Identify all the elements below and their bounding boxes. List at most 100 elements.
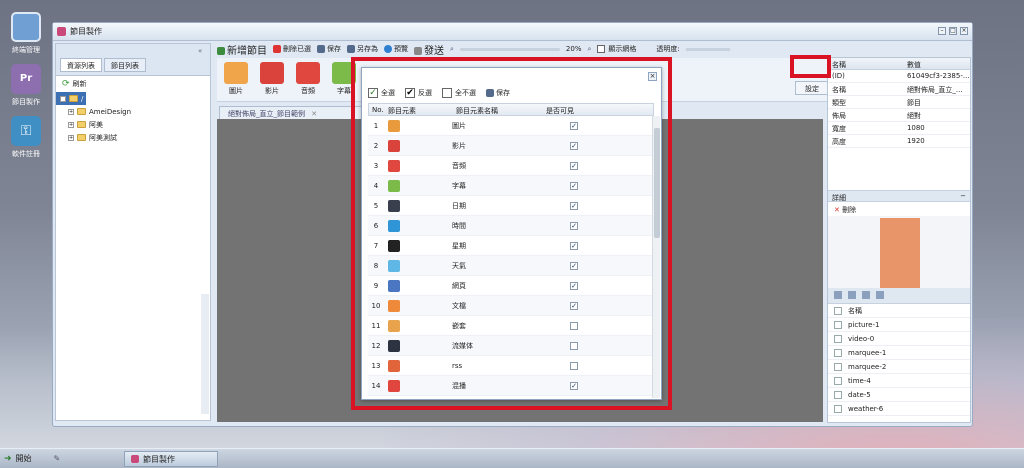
- element-row[interactable]: 8 天氣 ✓: [368, 256, 654, 276]
- element-row[interactable]: 7 星期 ✓: [368, 236, 654, 256]
- tree-item[interactable]: + 阿美測試: [56, 131, 210, 144]
- element-row[interactable]: marquee-2: [828, 360, 970, 374]
- save-as-button[interactable]: 另存為: [347, 44, 378, 54]
- collapse-icon[interactable]: «: [198, 47, 207, 55]
- tab-resource-list[interactable]: 資源列表: [60, 58, 102, 72]
- visible-checkbox-checked[interactable]: ✓: [570, 141, 578, 150]
- checkbox-icon[interactable]: [834, 320, 842, 329]
- close-tab-icon[interactable]: ✕: [311, 110, 317, 118]
- element-row[interactable]: marquee-1: [828, 346, 970, 360]
- element-row[interactable]: 1 圖片 ✓: [368, 116, 654, 136]
- align-center-icon[interactable]: [848, 291, 856, 299]
- visible-checkbox-checked[interactable]: ✓: [570, 121, 578, 130]
- element-row[interactable]: 14 混播 ✓: [368, 376, 654, 396]
- refresh-button[interactable]: ⟳ 刷新: [56, 76, 210, 92]
- checkbox-icon[interactable]: [834, 306, 842, 315]
- checkbox-icon[interactable]: [834, 362, 842, 371]
- zoom-in-icon[interactable]: ⌕: [587, 45, 591, 54]
- visible-checkbox-checked[interactable]: ✓: [570, 281, 578, 290]
- new-program-button[interactable]: 新增節目: [217, 42, 267, 57]
- zoom-out-icon[interactable]: ⌕: [450, 45, 454, 54]
- select-all-button[interactable]: ✓ 全選: [368, 88, 395, 98]
- taskbar: ➜ 開始 ✎ 節目製作: [0, 448, 1024, 468]
- settings-button[interactable]: 設定: [795, 81, 829, 95]
- start-button[interactable]: ➜ 開始 ✎: [4, 453, 60, 464]
- ribbon-audio-button[interactable]: 音頻: [293, 62, 323, 96]
- property-row[interactable]: 名稱 絕對佈局_直立_...: [828, 83, 970, 96]
- select-none-button[interactable]: 全不選: [442, 88, 476, 98]
- element-row[interactable]: 6 時間 ✓: [368, 216, 654, 236]
- checkbox-icon[interactable]: [834, 376, 842, 385]
- zoom-slider[interactable]: [459, 47, 560, 51]
- scrollbar-thumb[interactable]: [654, 128, 660, 238]
- tab-program-list[interactable]: 節目列表: [104, 58, 146, 72]
- tree-item[interactable]: + AmeiDesign: [56, 105, 210, 118]
- visible-checkbox-unchecked[interactable]: [570, 321, 578, 330]
- element-row[interactable]: 12 流媒体: [368, 336, 654, 356]
- edit-icon[interactable]: ✎: [54, 454, 61, 463]
- preview-button[interactable]: 預覽: [384, 44, 408, 54]
- close-icon[interactable]: ×: [648, 72, 657, 81]
- element-row[interactable]: 10 文檔 ✓: [368, 296, 654, 316]
- element-row[interactable]: 4 字幕 ✓: [368, 176, 654, 196]
- publish-button[interactable]: 發送: [414, 42, 444, 57]
- delete-selected-button[interactable]: 刪除已選: [273, 44, 311, 54]
- ribbon-picture-button[interactable]: 圖片: [221, 62, 251, 96]
- dialog-save-button[interactable]: 保存: [486, 88, 510, 98]
- checkbox-icon[interactable]: [834, 348, 842, 357]
- transparency-slider[interactable]: [685, 47, 730, 51]
- visible-checkbox-checked[interactable]: ✓: [570, 201, 578, 210]
- checkbox-icon[interactable]: [834, 390, 842, 399]
- detail-delete-button[interactable]: ✕ 刪除: [828, 202, 970, 216]
- element-row[interactable]: time-4: [828, 374, 970, 388]
- property-row[interactable]: 類型 節目: [828, 96, 970, 109]
- minimize-button[interactable]: –: [938, 27, 946, 35]
- desktop-icon-terminal-management[interactable]: 終端管理: [6, 12, 46, 55]
- visible-checkbox-checked[interactable]: ✓: [570, 161, 578, 170]
- element-row[interactable]: 2 影片 ✓: [368, 136, 654, 156]
- element-row[interactable]: 3 音頻 ✓: [368, 156, 654, 176]
- maximize-button[interactable]: □: [949, 27, 957, 35]
- visible-checkbox-checked[interactable]: ✓: [570, 381, 578, 390]
- collapse-detail-icon[interactable]: −: [960, 192, 966, 200]
- checkbox-icon[interactable]: [834, 404, 842, 413]
- dialog-scrollbar[interactable]: [652, 116, 660, 398]
- property-row[interactable]: 佈局 絕對: [828, 109, 970, 122]
- element-row[interactable]: video-0: [828, 332, 970, 346]
- visible-checkbox-checked[interactable]: ✓: [570, 301, 578, 310]
- element-row[interactable]: 9 網頁 ✓: [368, 276, 654, 296]
- visible-checkbox-checked[interactable]: ✓: [570, 261, 578, 270]
- visible-checkbox-unchecked[interactable]: [570, 361, 578, 370]
- align-left-icon[interactable]: [834, 291, 842, 299]
- element-row[interactable]: 11 嵌套: [368, 316, 654, 336]
- element-row[interactable]: 13 rss: [368, 356, 654, 376]
- invert-selection-button[interactable]: ✔ 反選: [405, 88, 432, 98]
- show-grid-checkbox[interactable]: 顯示網格: [597, 44, 636, 54]
- visible-checkbox-unchecked[interactable]: [570, 341, 578, 350]
- tree-item[interactable]: + 阿美: [56, 118, 210, 131]
- desktop-icon-software-registration[interactable]: ⚿ 軟件註冊: [6, 116, 46, 159]
- property-row[interactable]: (ID) 61049cf3-2385-...: [828, 70, 970, 83]
- window-titlebar[interactable]: 節目製作: [53, 23, 972, 41]
- visible-checkbox-checked[interactable]: ✓: [570, 221, 578, 230]
- close-button[interactable]: ×: [960, 27, 968, 35]
- property-row[interactable]: 高度 1920: [828, 135, 970, 148]
- visible-checkbox-checked[interactable]: ✓: [570, 241, 578, 250]
- resource-scrollbar[interactable]: [201, 294, 209, 414]
- desktop-icon-program-production[interactable]: Pr 節目製作: [6, 64, 46, 107]
- tree-root[interactable]: − /: [56, 92, 86, 105]
- taskbar-item-program-production[interactable]: 節目製作: [124, 451, 218, 467]
- element-row[interactable]: 5 日期 ✓: [368, 196, 654, 216]
- visible-checkbox-checked[interactable]: ✓: [570, 181, 578, 190]
- property-name-header[interactable]: 名稱: [828, 58, 903, 69]
- align-right-icon[interactable]: [862, 291, 870, 299]
- save-button[interactable]: 保存: [317, 44, 341, 54]
- property-row[interactable]: 寬度 1080: [828, 122, 970, 135]
- element-row[interactable]: weather-6: [828, 402, 970, 416]
- element-row[interactable]: date-5: [828, 388, 970, 402]
- layer-icon[interactable]: [876, 291, 884, 299]
- checkbox-icon[interactable]: [834, 334, 842, 343]
- ribbon-video-button[interactable]: 影片: [257, 62, 287, 96]
- column-header-no: No.: [372, 106, 384, 114]
- element-row[interactable]: picture-1: [828, 318, 970, 332]
